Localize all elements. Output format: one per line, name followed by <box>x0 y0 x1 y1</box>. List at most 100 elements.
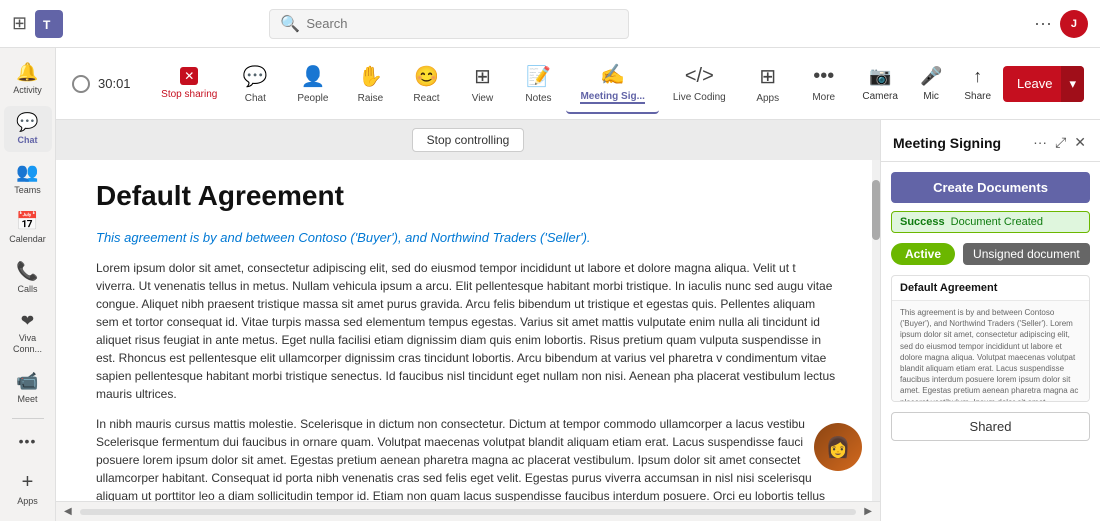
mic-icon: 🎤 <box>920 66 942 87</box>
live-coding-icon: </> <box>685 65 714 88</box>
signing-panel: Meeting Signing ··· ⤢ ✕ Create Documents… <box>880 120 1100 521</box>
view-label: View <box>472 93 494 104</box>
apps-add-icon: + <box>22 471 34 494</box>
unsigned-document-badge: Unsigned document <box>963 243 1090 265</box>
document-subtitle: This agreement is by and between Contoso… <box>96 230 838 245</box>
react-button[interactable]: 😊 React <box>398 56 454 112</box>
view-button[interactable]: ⊞ View <box>454 56 510 112</box>
notes-button[interactable]: 📝 Notes <box>510 56 566 112</box>
top-bar: ⊞ T 🔍 ··· J <box>0 0 1100 48</box>
create-documents-button[interactable]: Create Documents <box>891 172 1090 203</box>
leave-dropdown-arrow[interactable]: ▾ <box>1060 66 1084 102</box>
content-area: Stop controlling Default Agreement This … <box>56 120 1100 521</box>
stop-sharing-label: Stop sharing <box>161 89 217 100</box>
sidebar-item-viva[interactable]: ❤ Viva Conn... <box>4 305 52 361</box>
camera-button[interactable]: 📷 Camera <box>852 60 908 108</box>
leave-button[interactable]: Leave ▾ <box>1003 66 1084 102</box>
notes-label: Notes <box>525 93 551 104</box>
sidebar-item-calls[interactable]: 📞 Calls <box>4 255 52 301</box>
doc-scrollbar[interactable] <box>872 160 880 501</box>
active-badge[interactable]: Active <box>891 243 955 265</box>
document-title: Default Agreement <box>96 180 838 212</box>
people-button[interactable]: 👤 People <box>283 56 342 112</box>
scroll-right-arrow[interactable]: ▶ <box>864 506 872 517</box>
document-content: Default Agreement This agreement is by a… <box>56 160 880 501</box>
doc-para-2: In nibh mauris cursus mattis molestie. S… <box>96 415 838 501</box>
sidebar-item-more[interactable]: ••• <box>4 427 52 455</box>
view-icon: ⊞ <box>474 64 491 89</box>
grid-icon[interactable]: ⊞ <box>12 13 27 34</box>
sidebar-item-meet[interactable]: 📹 Meet <box>4 365 52 411</box>
horizontal-scrollbar[interactable] <box>80 509 857 515</box>
meeting-sig-icon: ✍ <box>600 62 625 87</box>
more-toolbar-label: More <box>812 92 835 103</box>
sidebar-label-teams: Teams <box>14 185 41 196</box>
chat-icon: 💬 <box>16 112 38 133</box>
live-coding-button[interactable]: </> Live Coding <box>659 57 740 111</box>
mic-button[interactable]: 🎤 Mic <box>910 60 952 108</box>
sidebar: 🔔 Activity 💬 Chat 👥 Teams 📅 Calendar 📞 C… <box>0 48 56 521</box>
sidebar-item-teams[interactable]: 👥 Teams <box>4 156 52 202</box>
sidebar-item-chat[interactable]: 💬 Chat <box>4 106 52 152</box>
success-text: Document Created <box>951 216 1043 228</box>
raise-label: Raise <box>358 93 384 104</box>
mic-label: Mic <box>923 91 939 102</box>
chat-toolbar-icon: 💬 <box>243 64 268 89</box>
search-icon: 🔍 <box>280 14 300 34</box>
react-icon: 😊 <box>414 64 439 89</box>
doc-bottom-bar: ◀ ▶ <box>56 501 880 521</box>
scroll-left-arrow[interactable]: ◀ <box>64 506 72 517</box>
stop-sharing-icon: ✕ <box>180 67 198 85</box>
viva-icon: ❤ <box>21 311 34 331</box>
sidebar-item-activity[interactable]: 🔔 Activity <box>4 56 52 102</box>
chat-button[interactable]: 💬 Chat <box>227 56 283 112</box>
apps-button[interactable]: ⊞ Apps <box>740 56 796 112</box>
success-label: Success <box>900 216 945 228</box>
sidebar-item-apps[interactable]: + Apps <box>4 465 52 513</box>
apps-toolbar-icon: ⊞ <box>759 64 776 89</box>
stop-controlling-button[interactable]: Stop controlling <box>412 128 525 152</box>
more-icon: ••• <box>19 433 37 449</box>
shared-button[interactable]: Shared <box>891 412 1090 441</box>
signing-expand-icon[interactable]: ⤢ <box>1053 132 1068 153</box>
sidebar-item-calendar[interactable]: 📅 Calendar <box>4 205 52 251</box>
meet-icon: 📹 <box>16 371 38 392</box>
live-coding-label: Live Coding <box>673 92 726 103</box>
avatar[interactable]: J <box>1060 10 1088 38</box>
status-row: Active Unsigned document <box>891 243 1090 265</box>
calendar-icon: 📅 <box>16 211 38 232</box>
more-toolbar-button[interactable]: ••• More <box>796 57 852 111</box>
chat-toolbar-label: Chat <box>245 93 266 104</box>
apps-toolbar-label: Apps <box>756 93 779 104</box>
toolbar-tools: ✕ Stop sharing 💬 Chat 👤 People ✋ Raise 😊 <box>151 54 853 114</box>
stop-controlling-bar: Stop controlling <box>56 120 880 160</box>
people-label: People <box>297 93 328 104</box>
notes-icon: 📝 <box>526 64 551 89</box>
calls-icon: 📞 <box>16 261 38 282</box>
share-button[interactable]: ↑ Share <box>954 60 1001 108</box>
search-input[interactable] <box>306 16 618 31</box>
people-icon: 👤 <box>300 64 325 89</box>
meeting-sig-label: Meeting Sig... <box>580 91 644 104</box>
main-layout: 🔔 Activity 💬 Chat 👥 Teams 📅 Calendar 📞 C… <box>0 48 1100 521</box>
sidebar-label-calls: Calls <box>17 284 37 295</box>
sidebar-divider <box>12 418 44 419</box>
signing-more-icon[interactable]: ··· <box>1031 132 1049 153</box>
more-icon[interactable]: ··· <box>1034 13 1052 34</box>
react-label: React <box>413 93 439 104</box>
raise-icon: ✋ <box>358 64 383 89</box>
more-toolbar-icon: ••• <box>813 65 834 88</box>
doc-scrollbar-thumb[interactable] <box>872 180 880 240</box>
signing-close-icon[interactable]: ✕ <box>1072 132 1088 153</box>
teams-icon: 👥 <box>16 162 38 183</box>
stop-sharing-button[interactable]: ✕ Stop sharing <box>151 59 227 108</box>
sidebar-label-activity: Activity <box>13 85 42 96</box>
signing-panel-header: Meeting Signing ··· ⤢ ✕ <box>881 120 1100 162</box>
participant-avatar: 👩 <box>812 421 864 473</box>
sidebar-label-calendar: Calendar <box>9 234 46 245</box>
search-bar[interactable]: 🔍 <box>269 9 629 39</box>
document-body: Lorem ipsum dolor sit amet, consectetur … <box>96 259 838 501</box>
raise-button[interactable]: ✋ Raise <box>342 56 398 112</box>
sidebar-label-chat: Chat <box>18 135 38 146</box>
meeting-sig-button[interactable]: ✍ Meeting Sig... <box>566 54 658 114</box>
